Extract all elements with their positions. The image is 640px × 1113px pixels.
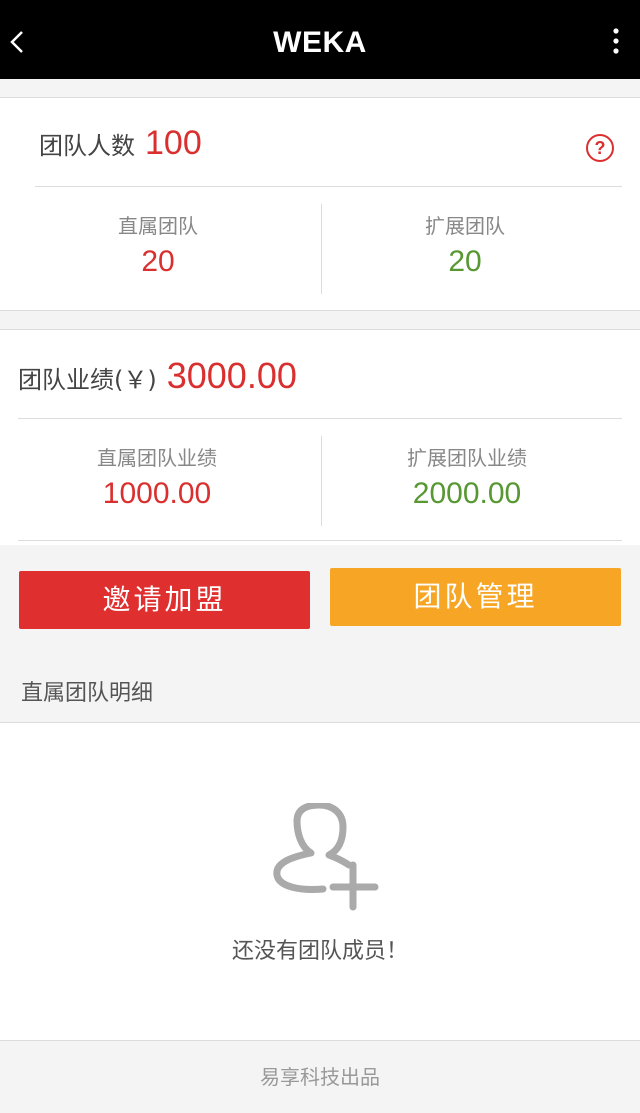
team-count-value: 100 <box>145 124 202 162</box>
team-manage-button[interactable]: 团队管理 <box>330 568 621 626</box>
empty-state-text: 还没有团队成员！ <box>231 939 408 964</box>
team-performance-label: 团队业绩(￥) <box>18 366 157 394</box>
footer: 易享科技出品 <box>0 1040 640 1113</box>
team-performance-value: 3000.00 <box>166 355 297 396</box>
add-member-icon <box>273 803 379 911</box>
team-count-card: 团队人数 100 ? 直属团队 20 扩展团队 20 <box>0 97 640 311</box>
extended-team-value: 20 <box>448 245 482 278</box>
team-count-label: 团队人数 <box>39 132 135 160</box>
top-bar: WEKA <box>0 0 640 79</box>
team-count-row: 团队人数 100 <box>39 124 202 163</box>
team-performance-row: 团队业绩(￥) 3000.00 <box>18 355 297 397</box>
direct-team-label: 直属团队 <box>118 214 198 238</box>
divider <box>321 204 322 294</box>
divider <box>321 436 322 526</box>
direct-team-detail-heading: 直属团队明细 <box>21 681 154 706</box>
direct-performance-label: 直属团队业绩 <box>97 446 217 470</box>
more-options-icon[interactable] <box>610 28 622 54</box>
extended-performance-label: 扩展团队业绩 <box>407 446 527 470</box>
direct-team-value: 20 <box>141 245 175 278</box>
footer-text: 易享科技出品 <box>260 1065 380 1089</box>
divider <box>18 418 622 419</box>
extended-team-label: 扩展团队 <box>425 214 505 238</box>
member-list-empty: 还没有团队成员！ <box>0 722 640 1041</box>
direct-team-stat[interactable]: 直属团队 20 <box>58 210 258 279</box>
extended-performance-value: 2000.00 <box>412 477 522 510</box>
direct-performance-value: 1000.00 <box>102 477 212 510</box>
divider <box>35 186 622 187</box>
extended-team-stat[interactable]: 扩展团队 20 <box>365 210 565 279</box>
direct-performance-stat[interactable]: 直属团队业绩 1000.00 <box>42 442 272 511</box>
help-icon[interactable]: ? <box>586 134 614 162</box>
divider <box>18 540 622 541</box>
team-performance-card: 团队业绩(￥) 3000.00 直属团队业绩 1000.00 扩展团队业绩 200… <box>0 329 640 545</box>
extended-performance-stat[interactable]: 扩展团队业绩 2000.00 <box>352 442 582 511</box>
page-title: WEKA <box>273 26 367 59</box>
invite-button[interactable]: 邀请加盟 <box>19 571 310 629</box>
